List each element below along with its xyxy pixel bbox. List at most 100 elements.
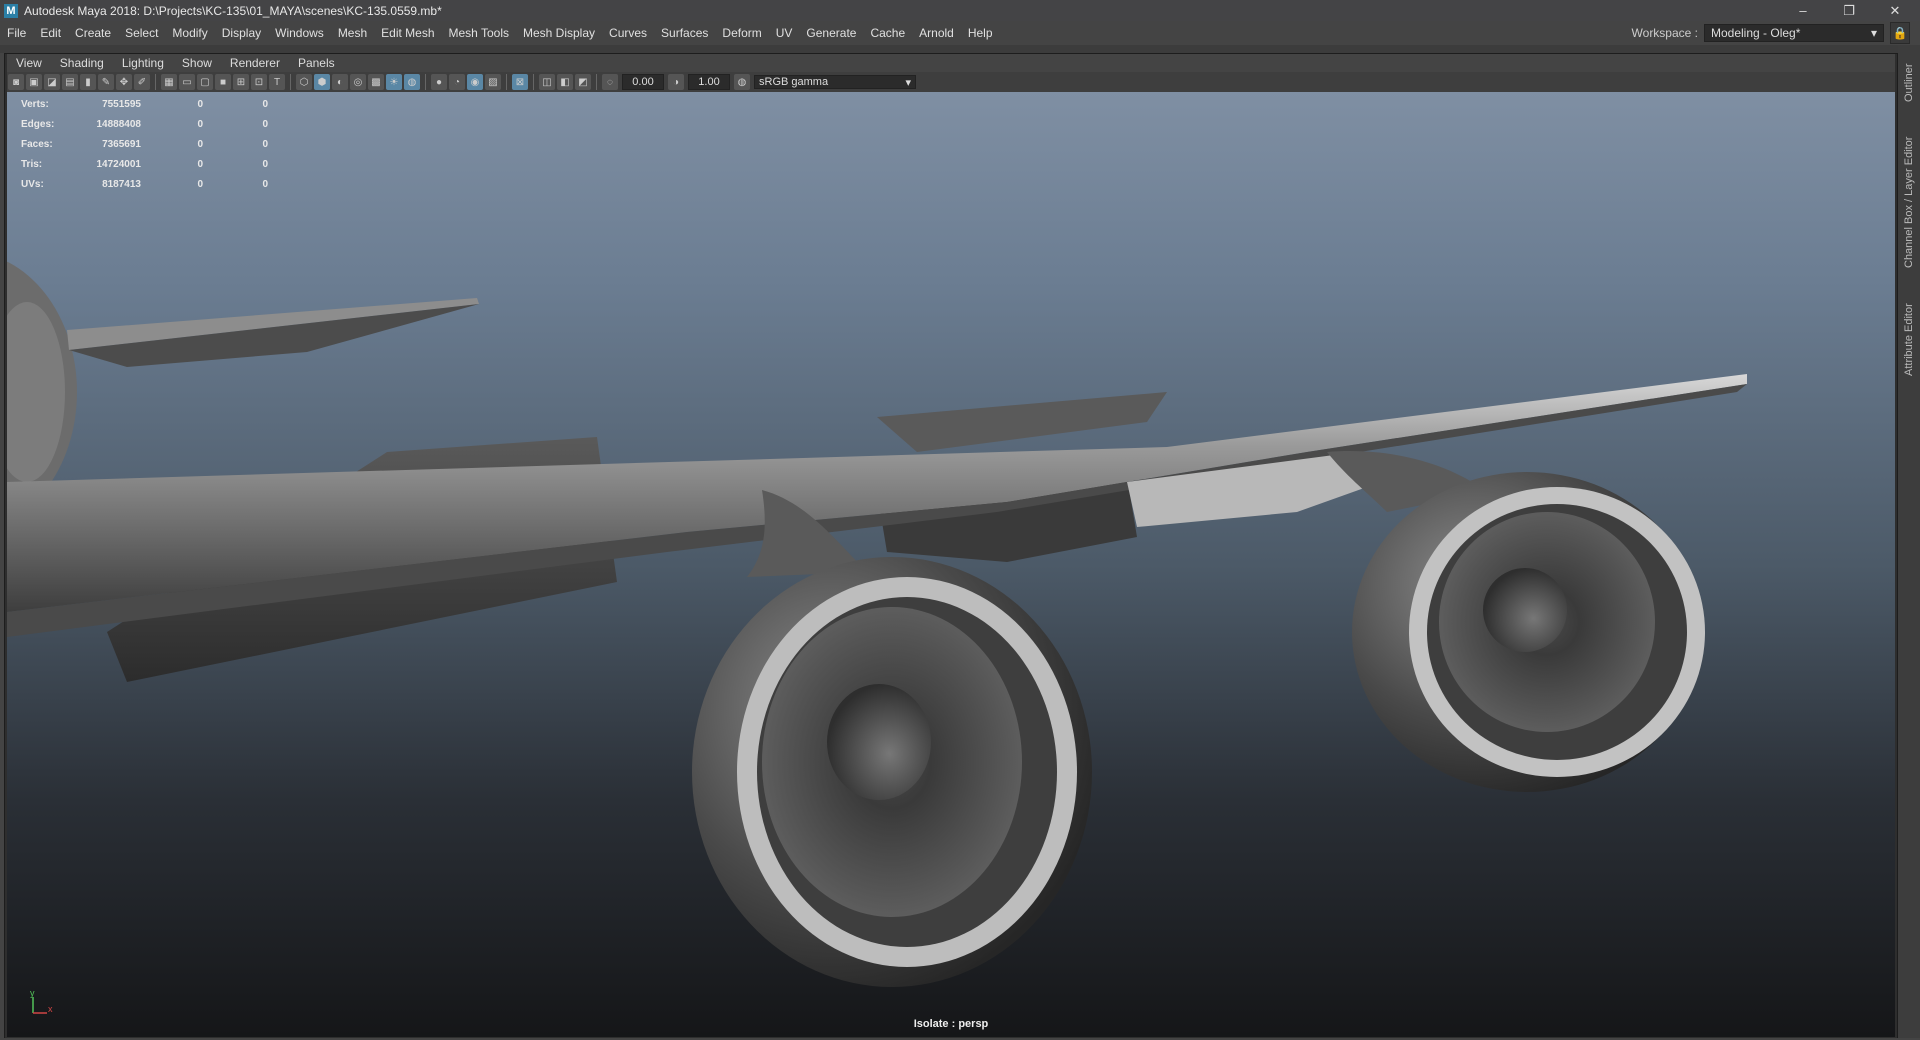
menu-generate[interactable]: Generate — [799, 26, 863, 40]
workspace-dropdown[interactable]: Modeling - Oleg* ▾ — [1704, 24, 1884, 42]
hud-components: 0 — [262, 98, 268, 110]
gamma-icon[interactable]: ◑ — [668, 74, 684, 90]
gamma-field[interactable]: 1.00 — [688, 74, 730, 90]
minimize-button[interactable]: – — [1780, 0, 1826, 21]
menu-edit-mesh[interactable]: Edit Mesh — [374, 26, 441, 40]
menu-display[interactable]: Display — [215, 26, 268, 40]
depth-of-field-icon[interactable]: ▨ — [485, 74, 501, 90]
ambient-occlusion-icon[interactable]: ● — [431, 74, 447, 90]
hud-row-uvs: UVs: 8187413 0 0 — [21, 174, 268, 194]
resolution-gate-icon[interactable]: ▢ — [197, 74, 213, 90]
panel-menu-lighting[interactable]: Lighting — [113, 56, 173, 70]
image-plane-icon[interactable]: ▤ — [62, 74, 78, 90]
view-transform-value: sRGB gamma — [759, 76, 829, 88]
panel-menu-panels[interactable]: Panels — [289, 56, 344, 70]
wireframe-on-shaded-icon[interactable]: ◎ — [350, 74, 366, 90]
panel-menubar: View Shading Lighting Show Renderer Pane… — [7, 54, 1895, 72]
panel-menu-renderer[interactable]: Renderer — [221, 56, 289, 70]
menu-mesh-tools[interactable]: Mesh Tools — [442, 26, 516, 40]
engine-1-spinner — [827, 684, 931, 800]
brush-icon[interactable]: ✐ — [134, 74, 150, 90]
hud-components: 0 — [262, 178, 268, 190]
menu-windows[interactable]: Windows — [268, 26, 331, 40]
wireframe-icon[interactable]: ⬡ — [296, 74, 312, 90]
tab-channel-box[interactable]: Channel Box / Layer Editor — [1898, 127, 1920, 277]
field-chart-icon[interactable]: ⊞ — [233, 74, 249, 90]
view-axis-icon: y x — [30, 988, 53, 1014]
viewport-panel: View Shading Lighting Show Renderer Pane… — [4, 53, 1898, 1040]
menu-edit[interactable]: Edit — [33, 26, 68, 40]
textured-icon[interactable]: ▩ — [368, 74, 384, 90]
close-button[interactable]: ✕ — [1872, 0, 1918, 21]
panel-menu-view[interactable]: View — [7, 56, 51, 70]
menu-mesh[interactable]: Mesh — [331, 26, 374, 40]
default-material-icon[interactable]: ◐ — [332, 74, 348, 90]
camera-label: Isolate : persp — [913, 1018, 989, 1030]
menu-help[interactable]: Help — [961, 26, 1000, 40]
toolbar-divider — [506, 74, 507, 90]
restore-button[interactable]: ❐ — [1826, 0, 1872, 21]
use-all-lights-icon[interactable]: ☀ — [386, 74, 402, 90]
pin-icon[interactable]: ▮ — [80, 74, 96, 90]
exposure-field[interactable]: 0.00 — [622, 74, 664, 90]
gate-mask-icon[interactable]: ■ — [215, 74, 231, 90]
lock-icon[interactable]: 🔒 — [1890, 22, 1910, 44]
workspace-label: Workspace : — [1631, 26, 1698, 40]
3d-viewport[interactable]: Verts: 7551595 0 0 Edges: 14888408 0 0 F… — [7, 92, 1895, 1037]
hud-label: Verts: — [21, 98, 49, 110]
grease-pencil-icon[interactable]: ✎ — [98, 74, 114, 90]
tab-outliner[interactable]: Outliner — [1898, 53, 1920, 113]
menu-select[interactable]: Select — [118, 26, 165, 40]
bookmark-icon[interactable]: ◪ — [44, 74, 60, 90]
menu-cache[interactable]: Cache — [863, 26, 912, 40]
grid-icon[interactable]: ▦ — [161, 74, 177, 90]
menu-create[interactable]: Create — [68, 26, 118, 40]
menu-curves[interactable]: Curves — [602, 26, 654, 40]
film-gate-icon[interactable]: ▭ — [179, 74, 195, 90]
smooth-shade-icon[interactable]: ⬢ — [314, 74, 330, 90]
xray-active-icon[interactable]: ◧ — [557, 74, 573, 90]
anti-aliasing-icon[interactable]: ◉ — [467, 74, 483, 90]
hud-row-tris: Tris: 14724001 0 0 — [21, 154, 268, 174]
camera-icon[interactable]: ◙ — [8, 74, 24, 90]
hud-selected: 0 — [197, 158, 203, 170]
hud-label: Edges: — [21, 118, 55, 130]
axis-x-label: x — [48, 1004, 53, 1014]
hud-selected: 0 — [197, 98, 203, 110]
exposure-icon[interactable]: ◌ — [602, 74, 618, 90]
menu-uv[interactable]: UV — [769, 26, 800, 40]
menu-modify[interactable]: Modify — [165, 26, 214, 40]
menu-arnold[interactable]: Arnold — [912, 26, 961, 40]
xray-joints-icon[interactable]: ◩ — [575, 74, 591, 90]
menu-surfaces[interactable]: Surfaces — [654, 26, 715, 40]
workspace-selector: Workspace : Modeling - Oleg* ▾ 🔒 — [1631, 22, 1910, 44]
hud-selected: 0 — [197, 178, 203, 190]
safe-title-icon[interactable]: T — [269, 74, 285, 90]
isolate-select-icon[interactable]: ⊠ — [512, 74, 528, 90]
safe-action-icon[interactable]: ⊡ — [251, 74, 267, 90]
panel-menu-show[interactable]: Show — [173, 56, 221, 70]
menu-deform[interactable]: Deform — [715, 26, 768, 40]
motion-blur-icon[interactable]: ◔ — [449, 74, 465, 90]
tab-attribute-editor[interactable]: Attribute Editor — [1898, 285, 1920, 395]
toolbar-divider — [290, 74, 291, 90]
axis-y-label: y — [30, 988, 35, 998]
view-toolbar: ◙ ▣ ◪ ▤ ▮ ✎ ✥ ✐ ▦ ▭ ▢ ■ ⊞ ⊡ T ⬡ ⬢ ◐ ◎ ▩ … — [7, 72, 1895, 92]
xray-icon[interactable]: ◫ — [539, 74, 555, 90]
view-transform-dropdown[interactable]: sRGB gamma ▾ — [754, 75, 916, 89]
hud-row-verts: Verts: 7551595 0 0 — [21, 94, 268, 114]
2d-pan-icon[interactable]: ✥ — [116, 74, 132, 90]
menu-file[interactable]: File — [0, 26, 33, 40]
hud-value: 8187413 — [102, 178, 141, 190]
hud-components: 0 — [262, 118, 268, 130]
menu-mesh-display[interactable]: Mesh Display — [516, 26, 602, 40]
color-management-icon[interactable]: ◍ — [734, 74, 750, 90]
shadows-icon[interactable]: ◍ — [404, 74, 420, 90]
hud-row-faces: Faces: 7365691 0 0 — [21, 134, 268, 154]
scene-render — [7, 261, 1747, 987]
hud-components: 0 — [262, 158, 268, 170]
right-side-tabs: Outliner Channel Box / Layer Editor Attr… — [1898, 45, 1920, 1040]
camera-attributes-icon[interactable]: ▣ — [26, 74, 42, 90]
toolbar-divider — [425, 74, 426, 90]
panel-menu-shading[interactable]: Shading — [51, 56, 113, 70]
